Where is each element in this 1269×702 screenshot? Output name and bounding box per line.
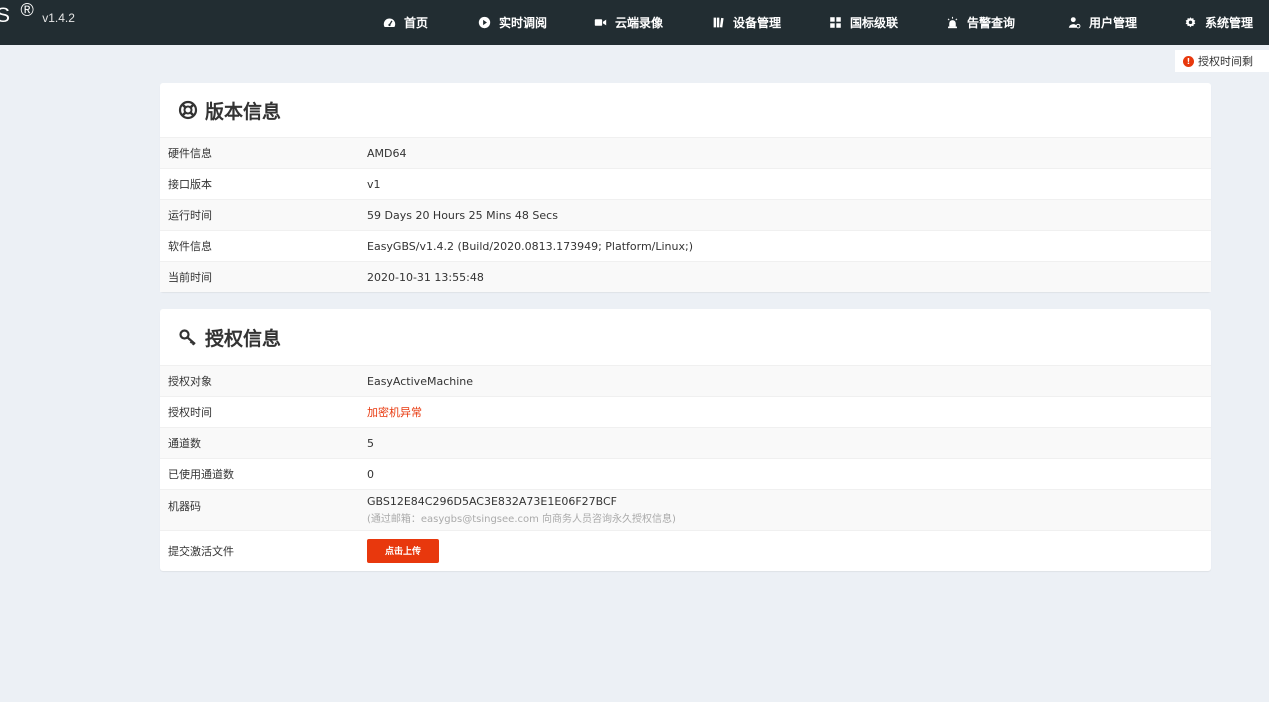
row-label: 已使用通道数 (168, 468, 234, 481)
license-info-panel: 授权信息 授权对象 EasyActiveMachine 授权时间 加密机异常 通… (160, 309, 1211, 571)
video-camera-icon (593, 16, 607, 30)
version-info-panel: 版本信息 硬件信息 AMD64 接口版本 v1 运行时间 59 Days 20 … (160, 83, 1211, 292)
nav-item-device[interactable]: 设备管理 (711, 0, 781, 45)
grid-icon (828, 16, 842, 30)
panel-header: 授权信息 (160, 309, 1211, 365)
row-value: 0 (367, 467, 374, 481)
license-table: 授权对象 EasyActiveMachine 授权时间 加密机异常 通道数 5 … (160, 365, 1211, 571)
dashboard-icon (382, 16, 396, 30)
table-row: 当前时间 2020-10-31 13:55:48 (160, 261, 1211, 292)
table-row: 运行时间 59 Days 20 Hours 25 Mins 48 Secs (160, 199, 1211, 230)
key-icon (178, 327, 198, 347)
license-expiry-notice[interactable]: ! 授权时间剩 (1175, 50, 1269, 72)
row-label: 机器码 (168, 500, 201, 513)
lifebuoy-icon (178, 100, 198, 120)
nav-item-cascade[interactable]: 国标级联 (828, 0, 898, 45)
table-row: 提交激活文件 点击上传 (160, 530, 1211, 571)
table-row: 授权时间 加密机异常 (160, 396, 1211, 427)
row-label: 通道数 (168, 437, 201, 450)
table-row: 机器码 GBS12E84C296D5AC3E832A73E1E06F27BCF … (160, 489, 1211, 530)
license-time-status: 加密机异常 (367, 406, 422, 419)
row-label: 运行时间 (168, 209, 212, 222)
table-row: 软件信息 EasyGBS/v1.4.2 (Build/2020.0813.173… (160, 230, 1211, 261)
nav-label: 告警查询 (967, 16, 1016, 30)
table-row: 授权对象 EasyActiveMachine (160, 365, 1211, 396)
nav-item-cloud-record[interactable]: 云端录像 (593, 0, 663, 45)
upload-cell: 点击上传 (367, 539, 1211, 563)
exclamation-circle-icon: ! (1183, 55, 1194, 67)
panel-header: 版本信息 (160, 83, 1211, 137)
nav-item-users[interactable]: 用户管理 (1067, 0, 1137, 45)
nav-label: 系统管理 (1205, 16, 1254, 30)
table-row: 硬件信息 AMD64 (160, 137, 1211, 168)
panel-title: 版本信息 (205, 100, 282, 123)
row-value: v1 (367, 177, 381, 191)
notice-text: 授权时间剩 (1198, 55, 1253, 68)
nav-item-home[interactable]: 首页 (382, 0, 428, 45)
brand-name: BS (0, 4, 11, 27)
nav-label: 用户管理 (1089, 16, 1138, 30)
brand-logo[interactable]: BS ® v1.4.2 (0, 0, 83, 40)
nav-label: 设备管理 (733, 16, 782, 30)
row-value: 59 Days 20 Hours 25 Mins 48 Secs (367, 208, 558, 222)
nav-item-live[interactable]: 实时调阅 (477, 0, 547, 45)
row-value: EasyGBS/v1.4.2 (Build/2020.0813.173949; … (367, 239, 694, 253)
play-circle-icon (477, 16, 491, 30)
table-row: 接口版本 v1 (160, 168, 1211, 199)
row-label: 提交激活文件 (168, 545, 234, 558)
gear-icon (1183, 16, 1197, 30)
row-label: 硬件信息 (168, 147, 212, 160)
user-gear-icon (1067, 16, 1081, 30)
nav-item-system[interactable]: 系统管理 (1183, 0, 1253, 45)
nav-label: 国标级联 (850, 16, 899, 30)
upload-button[interactable]: 点击上传 (367, 539, 440, 563)
machine-code-cell: GBS12E84C296D5AC3E832A73E1E06F27BCF (通过邮… (367, 495, 1211, 525)
contact-hint: (通过邮箱：easygbs@tsingsee.com 向商务人员咨询永久授权信息… (367, 514, 676, 525)
row-label: 授权时间 (168, 406, 212, 419)
table-row: 已使用通道数 0 (160, 458, 1211, 489)
nav-label: 首页 (404, 16, 429, 30)
nav-label: 云端录像 (615, 16, 664, 30)
version-table: 硬件信息 AMD64 接口版本 v1 运行时间 59 Days 20 Hours… (160, 137, 1211, 292)
books-icon (711, 16, 725, 30)
row-value: 5 (367, 436, 374, 450)
row-label: 当前时间 (168, 271, 212, 284)
row-value: 2020-10-31 13:55:48 (367, 270, 484, 284)
panel-title: 授权信息 (205, 327, 282, 350)
registered-mark: ® (20, 0, 34, 20)
alarm-light-icon (945, 16, 959, 30)
top-navbar: BS ® v1.4.2 首页 实时调阅 云端录像 设备管理 (0, 0, 1269, 45)
row-value: EasyActiveMachine (367, 374, 474, 388)
brand-version: v1.4.2 (42, 11, 75, 25)
nav-item-alarm[interactable]: 告警查询 (945, 0, 1015, 45)
row-label: 接口版本 (168, 178, 212, 191)
row-label: 软件信息 (168, 240, 212, 253)
machine-code: GBS12E84C296D5AC3E832A73E1E06F27BCF (367, 495, 618, 508)
row-value: AMD64 (367, 146, 407, 160)
nav-label: 实时调阅 (499, 16, 548, 30)
table-row: 通道数 5 (160, 427, 1211, 458)
row-label: 授权对象 (168, 375, 212, 388)
